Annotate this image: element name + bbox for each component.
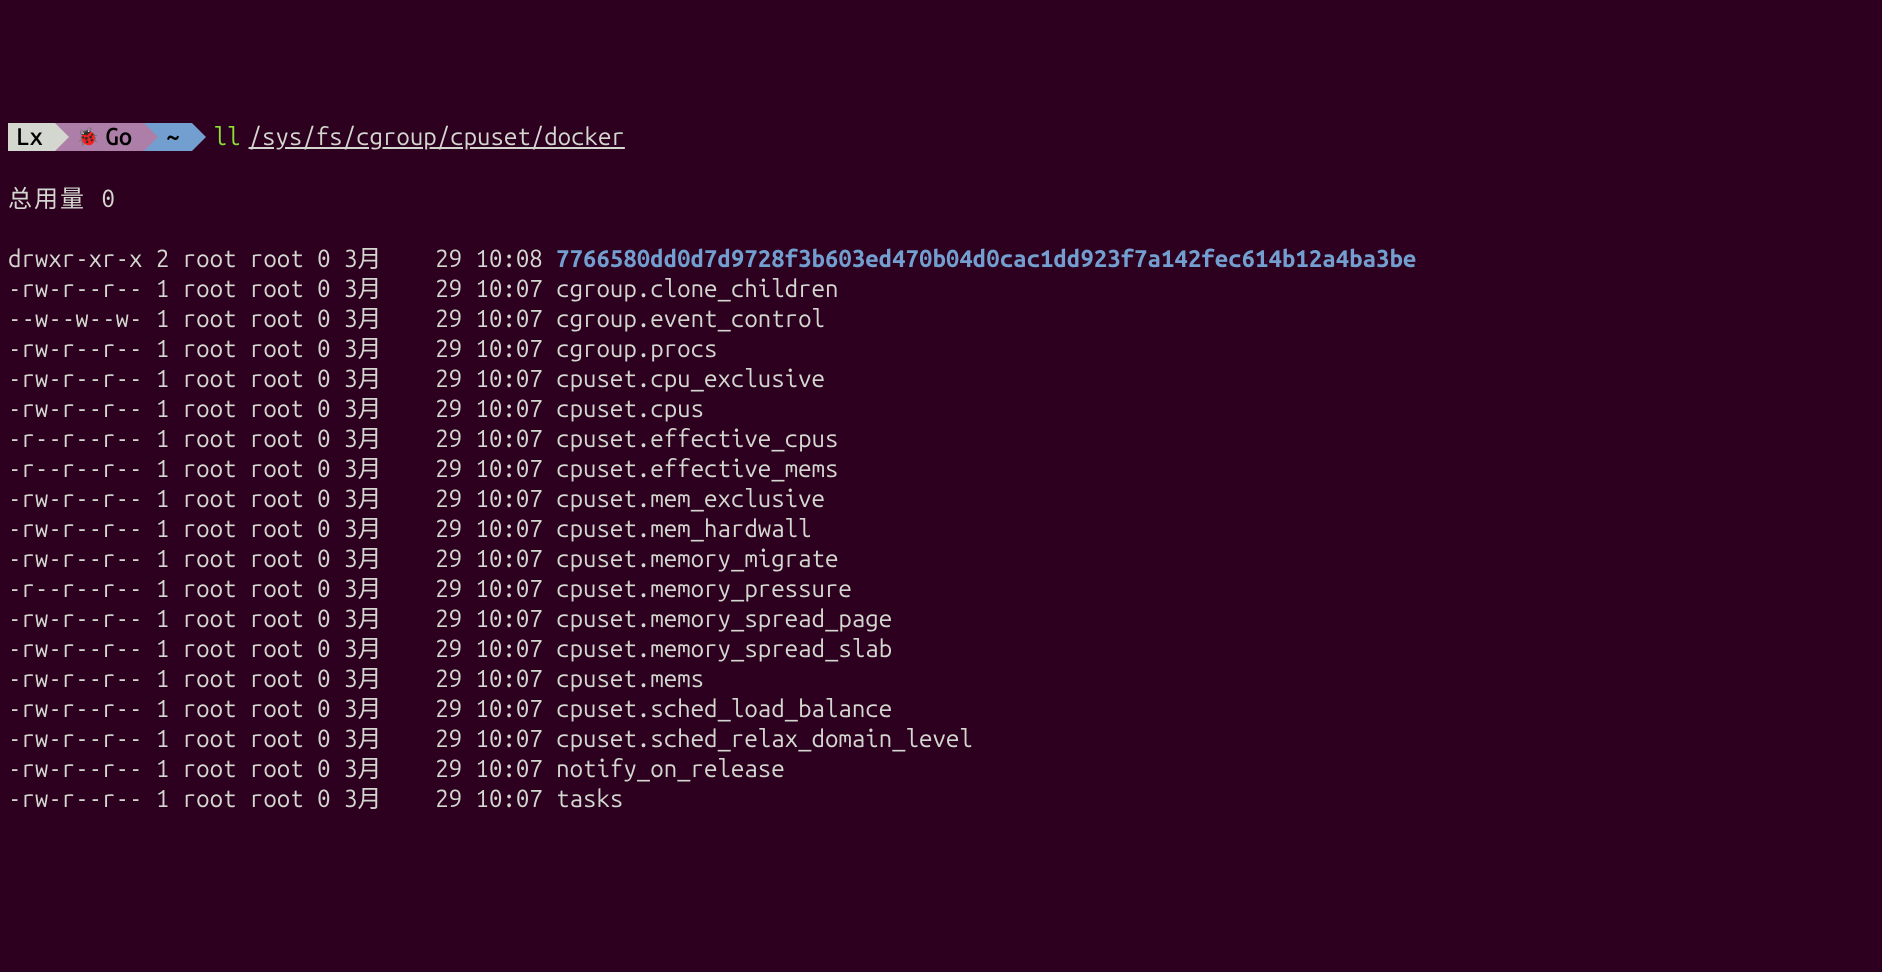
list-item: -rw-r--r-- 1 root root 0 3月 29 10:07 cpu… bbox=[8, 484, 1874, 514]
file-meta: -r--r--r-- 1 root root 0 3月 29 10:07 bbox=[8, 455, 556, 482]
file-meta: --w--w--w- 1 root root 0 3月 29 10:07 bbox=[8, 305, 556, 332]
list-item: -rw-r--r-- 1 root root 0 3月 29 10:07 cpu… bbox=[8, 664, 1874, 694]
file-name: cpuset.memory_pressure bbox=[556, 575, 852, 602]
list-item: -r--r--r-- 1 root root 0 3月 29 10:07 cpu… bbox=[8, 574, 1874, 604]
list-item: drwxr-xr-x 2 root root 0 3月 29 10:08 776… bbox=[8, 244, 1874, 274]
file-name: notify_on_release bbox=[556, 755, 784, 782]
list-item: -rw-r--r-- 1 root root 0 3月 29 10:07 cpu… bbox=[8, 724, 1874, 754]
list-item: -rw-r--r-- 1 root root 0 3月 29 10:07 cpu… bbox=[8, 544, 1874, 574]
command-path: /sys/fs/cgroup/cpuset/docker bbox=[249, 122, 625, 152]
file-meta: -rw-r--r-- 1 root root 0 3月 29 10:07 bbox=[8, 665, 556, 692]
file-name: cpuset.mem_exclusive bbox=[556, 485, 825, 512]
file-meta: -rw-r--r-- 1 root root 0 3月 29 10:07 bbox=[8, 395, 556, 422]
list-item: -rw-r--r-- 1 root root 0 3月 29 10:07 cpu… bbox=[8, 634, 1874, 664]
directory-name: 7766580dd0d7d9728f3b603ed470b04d0cac1dd9… bbox=[556, 245, 1416, 272]
list-item: -r--r--r-- 1 root root 0 3月 29 10:07 cpu… bbox=[8, 454, 1874, 484]
list-item: -rw-r--r-- 1 root root 0 3月 29 10:07 cgr… bbox=[8, 274, 1874, 304]
file-meta: -rw-r--r-- 1 root root 0 3月 29 10:07 bbox=[8, 725, 556, 752]
file-name: cpuset.memory_migrate bbox=[556, 545, 838, 572]
file-name: cpuset.effective_cpus bbox=[556, 425, 838, 452]
file-meta: -rw-r--r-- 1 root root 0 3月 29 10:07 bbox=[8, 485, 556, 512]
file-name: cpuset.cpu_exclusive bbox=[556, 365, 825, 392]
list-item: -rw-r--r-- 1 root root 0 3月 29 10:07 cpu… bbox=[8, 604, 1874, 634]
file-name: cpuset.memory_spread_page bbox=[556, 605, 892, 632]
list-item: -rw-r--r-- 1 root root 0 3月 29 10:07 not… bbox=[8, 754, 1874, 784]
list-item: --w--w--w- 1 root root 0 3月 29 10:07 cgr… bbox=[8, 304, 1874, 334]
list-item: -rw-r--r-- 1 root root 0 3月 29 10:07 tas… bbox=[8, 784, 1874, 814]
bug-icon: 🐞 bbox=[77, 126, 99, 149]
file-meta: -rw-r--r-- 1 root root 0 3月 29 10:07 bbox=[8, 545, 556, 572]
list-item: -rw-r--r-- 1 root root 0 3月 29 10:07 cpu… bbox=[8, 394, 1874, 424]
file-meta: -rw-r--r-- 1 root root 0 3月 29 10:07 bbox=[8, 695, 556, 722]
file-name: cpuset.sched_load_balance bbox=[556, 695, 892, 722]
prompt-line[interactable]: Lx 🐞Go ~ ll/sys/fs/cgroup/cpuset/docker bbox=[8, 122, 1874, 152]
list-item: -rw-r--r-- 1 root root 0 3月 29 10:07 cgr… bbox=[8, 334, 1874, 364]
file-meta: -rw-r--r-- 1 root root 0 3月 29 10:07 bbox=[8, 785, 556, 812]
file-meta: -rw-r--r-- 1 root root 0 3月 29 10:07 bbox=[8, 755, 556, 782]
file-meta: -rw-r--r-- 1 root root 0 3月 29 10:07 bbox=[8, 605, 556, 632]
file-name: cgroup.procs bbox=[556, 335, 717, 362]
prompt-lang-text: Go bbox=[105, 122, 132, 152]
file-name: cpuset.effective_mems bbox=[556, 455, 838, 482]
file-meta: -rw-r--r-- 1 root root 0 3月 29 10:07 bbox=[8, 335, 556, 362]
file-name: cpuset.memory_spread_slab bbox=[556, 635, 892, 662]
list-item: -rw-r--r-- 1 root root 0 3月 29 10:07 cpu… bbox=[8, 364, 1874, 394]
file-meta: -rw-r--r-- 1 root root 0 3月 29 10:07 bbox=[8, 275, 556, 302]
file-name: cgroup.event_control bbox=[556, 305, 825, 332]
prompt-segment-host: Lx bbox=[8, 123, 55, 151]
file-name: cpuset.mems bbox=[556, 665, 704, 692]
file-meta: -rw-r--r-- 1 root root 0 3月 29 10:07 bbox=[8, 515, 556, 542]
file-meta: drwxr-xr-x 2 root root 0 3月 29 10:08 bbox=[8, 245, 556, 272]
file-meta: -r--r--r-- 1 root root 0 3月 29 10:07 bbox=[8, 425, 556, 452]
file-meta: -rw-r--r-- 1 root root 0 3月 29 10:07 bbox=[8, 635, 556, 662]
total-line: 总用量 0 bbox=[8, 184, 1874, 214]
file-meta: -r--r--r-- 1 root root 0 3月 29 10:07 bbox=[8, 575, 556, 602]
file-listing: drwxr-xr-x 2 root root 0 3月 29 10:08 776… bbox=[8, 244, 1874, 814]
list-item: -r--r--r-- 1 root root 0 3月 29 10:07 cpu… bbox=[8, 424, 1874, 454]
file-name: tasks bbox=[556, 785, 623, 812]
file-name: cgroup.clone_children bbox=[556, 275, 838, 302]
file-name: cpuset.sched_relax_domain_level bbox=[556, 725, 973, 752]
file-name: cpuset.mem_hardwall bbox=[556, 515, 811, 542]
command-input[interactable]: ll/sys/fs/cgroup/cpuset/docker bbox=[192, 122, 625, 152]
file-meta: -rw-r--r-- 1 root root 0 3月 29 10:07 bbox=[8, 365, 556, 392]
list-item: -rw-r--r-- 1 root root 0 3月 29 10:07 cpu… bbox=[8, 694, 1874, 724]
list-item: -rw-r--r-- 1 root root 0 3月 29 10:07 cpu… bbox=[8, 514, 1874, 544]
command-name: ll bbox=[214, 122, 241, 152]
file-name: cpuset.cpus bbox=[556, 395, 704, 422]
